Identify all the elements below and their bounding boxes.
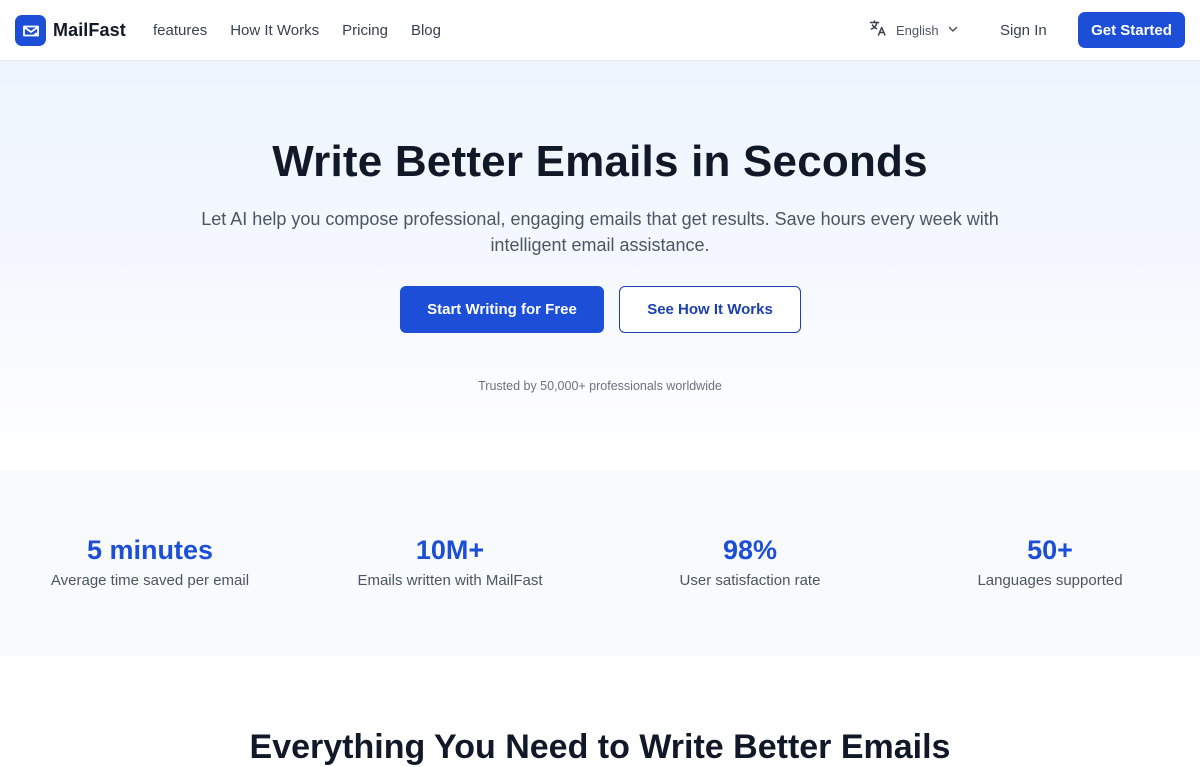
nav-link-features[interactable]: features (153, 22, 207, 39)
stat-label: User satisfaction rate (679, 572, 821, 589)
stat-item: 10M+ Emails written with MailFast (300, 471, 600, 656)
nav-link-how-it-works[interactable]: How It Works (230, 22, 319, 39)
hero-section: Write Better Emails in Seconds Let AI he… (0, 61, 1200, 471)
chevron-down-icon (947, 22, 959, 40)
navbar: MailFast features How It Works Pricing B… (0, 0, 1200, 61)
stat-value: 10M+ (415, 535, 485, 565)
stat-value: 98% (722, 535, 778, 565)
stat-label: Languages supported (977, 572, 1123, 589)
stat-label: Emails written with MailFast (357, 572, 543, 589)
nav-link-pricing[interactable]: Pricing (342, 22, 388, 39)
get-started-button[interactable]: Get Started (1078, 12, 1185, 48)
language-label: English (896, 23, 939, 38)
sign-in-link[interactable]: Sign In (1000, 0, 1047, 61)
features-heading: Everything You Need to Write Better Emai… (249, 728, 951, 766)
see-how-it-works-button[interactable]: See How It Works (619, 286, 801, 333)
stat-value: 50+ (1027, 535, 1073, 565)
mail-icon (15, 15, 46, 46)
stat-item: 50+ Languages supported (900, 471, 1200, 656)
brand-name: MailFast (53, 20, 126, 40)
stat-item: 98% User satisfaction rate (600, 471, 900, 656)
start-writing-button[interactable]: Start Writing for Free (400, 286, 604, 333)
brand-logo[interactable]: MailFast (15, 15, 126, 46)
language-selector[interactable]: English (868, 0, 959, 61)
stat-value: 5 minutes (86, 535, 214, 565)
hero-subtitle: Let AI help you compose professional, en… (201, 209, 999, 255)
translate-icon (868, 18, 888, 43)
stat-label: Average time saved per email (50, 572, 250, 589)
trusted-by-text: Trusted by 50,000+ professionals worldwi… (478, 379, 722, 393)
hero-title: Write Better Emails in Seconds (272, 137, 928, 186)
stats-section: 5 minutes Average time saved per email 1… (0, 471, 1200, 656)
nav-links: features How It Works Pricing Blog (153, 0, 464, 61)
stat-item: 5 minutes Average time saved per email (0, 471, 300, 656)
nav-link-blog[interactable]: Blog (411, 22, 441, 39)
